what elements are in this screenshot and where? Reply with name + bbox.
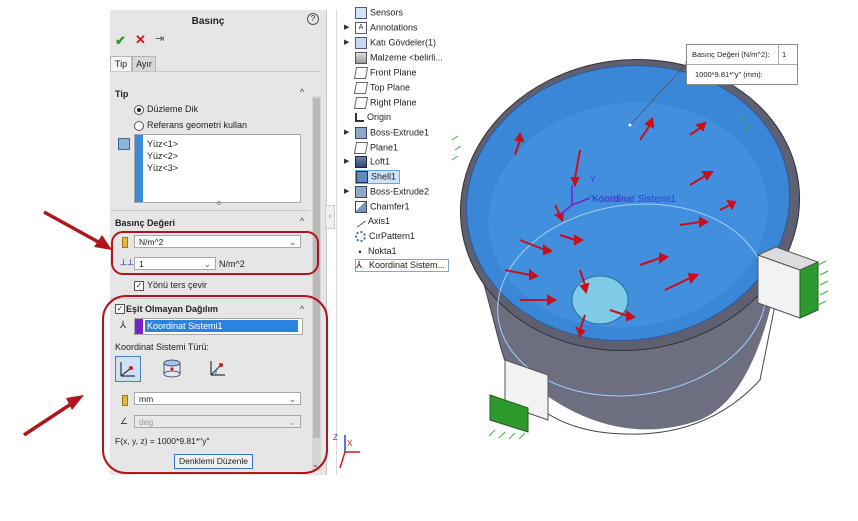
viewport-y-label: Y (590, 175, 596, 184)
tank-body (459, 58, 801, 435)
callout-target (628, 123, 632, 127)
callout-divider (778, 45, 779, 64)
callout-row-divider (687, 64, 797, 65)
triad-x-label: X (347, 439, 353, 448)
viewport-point-label: Nokta (600, 194, 627, 205)
triad-z-label: Z (333, 433, 338, 442)
pressure-callout[interactable]: Basınç Değeri (N/m^2): 1 1000*9.81*"y" (… (686, 44, 798, 85)
callout-value-1: 1 (782, 50, 787, 59)
callout-label-2: 1000*9.81*"y" (mm): (695, 70, 763, 79)
callout-label-1: Basınç Değeri (N/m^2): (692, 50, 770, 59)
